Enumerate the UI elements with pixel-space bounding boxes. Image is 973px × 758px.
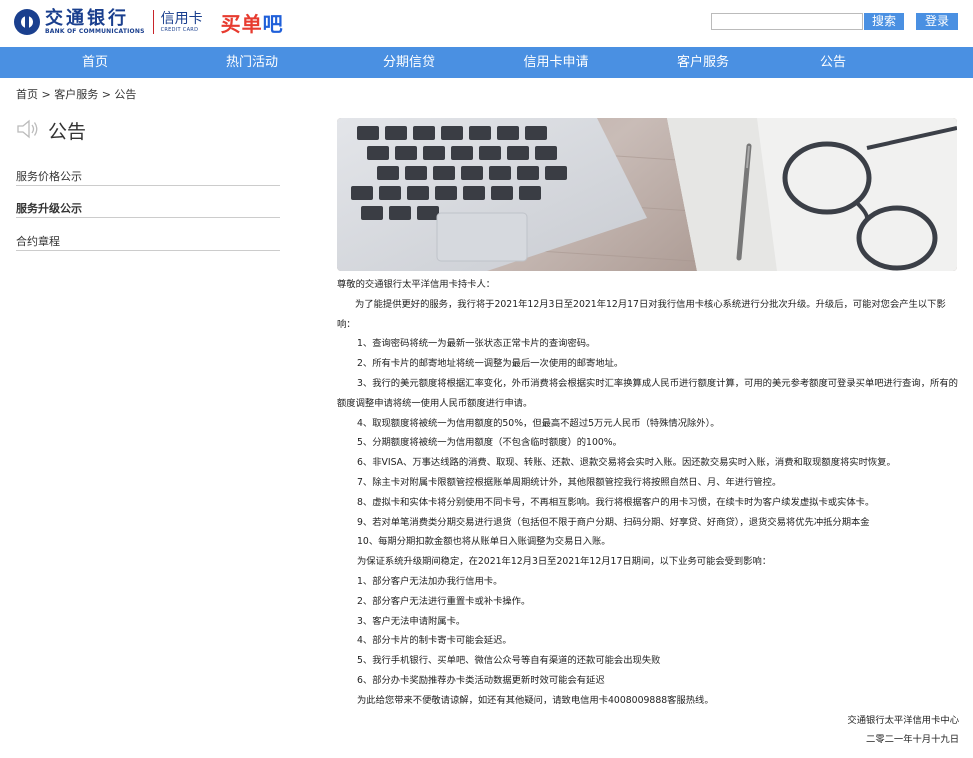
- login-button[interactable]: 登录: [916, 13, 958, 30]
- sidebar-item-service-upgrade[interactable]: 服务升级公示: [16, 200, 280, 218]
- nav-item-customer-service[interactable]: 客户服务: [608, 47, 798, 78]
- logo-cn-text: 交通银行: [45, 7, 129, 29]
- impact-item: 5、分期额度将被统一为信用额度（不包含临时额度）的100%。: [357, 437, 622, 449]
- impact-item: 1、查询密码将统一为最新一张状态正常卡片的查询密码。: [357, 338, 596, 350]
- affected-item: 6、部分办卡奖励推荐办卡类活动数据更新时效可能会有延迟: [357, 674, 605, 686]
- nav-item-home[interactable]: 首页: [0, 47, 190, 78]
- logo-en-text: BANK OF COMMUNICATIONS: [45, 27, 145, 35]
- search-input[interactable]: [711, 13, 863, 30]
- notice-greeting: 尊敬的交通银行太平洋信用卡持卡人：: [337, 279, 496, 290]
- impact-item: 8、虚拟卡和实体卡将分别使用不同卡号，不再相互影响。我行将根据客户的用卡习惯，在…: [357, 496, 875, 508]
- bank-logo[interactable]: 交通银行 BANK OF COMMUNICATIONS 信用卡 CREDIT C…: [14, 7, 284, 37]
- nav-item-installment[interactable]: 分期信贷: [314, 47, 504, 78]
- impact-item: 6、非VISA、万事达线路的消费、取现、转账、还款、退款交易将会实时入账。因还款…: [357, 457, 896, 469]
- logo-divider: [152, 10, 154, 34]
- period-intro: 为保证系统升级期间稳定，在2021年12月3日至2021年12月17日期间，以下…: [357, 556, 772, 568]
- maidanba-logo-mid: 单: [241, 11, 263, 36]
- nav-item-card-apply[interactable]: 信用卡申请: [504, 47, 608, 78]
- sidebar-item-contract[interactable]: 合约章程: [16, 233, 280, 251]
- maidanba-logo-suffix: 吧: [262, 11, 284, 36]
- impact-item: 3、我行的美元额度将根据汇率变化，外币消费将会根据实时汇率换算成人民币进行额度计…: [337, 377, 958, 409]
- banner-image: [337, 118, 957, 271]
- notice-signature: 交通银行太平洋信用卡中心: [847, 714, 959, 726]
- impact-item: 4、取现额度将被统一为信用额度的50%，但最高不超过5万元人民币（特殊情况除外）…: [357, 417, 720, 429]
- affected-item: 3、客户无法申请附属卡。: [357, 615, 466, 627]
- notice-date: 二零二一年十月十九日: [866, 734, 959, 746]
- bank-logo-icon: [14, 9, 40, 35]
- sidebar-title: 公告: [16, 117, 86, 144]
- notice-closing: 为此给您带来不便敬请谅解，如还有其他疑问，请致电信用卡4008009888客服热…: [357, 694, 714, 706]
- notice-intro: 为了能提供更好的服务，我行将于2021年12月3日至2021年12月17日对我行…: [337, 298, 946, 330]
- breadcrumb[interactable]: 首页 > 客户服务 > 公告: [16, 86, 136, 102]
- affected-item: 2、部分客户无法进行重置卡或补卡操作。: [357, 595, 531, 607]
- credit-card-label-en: CREDIT CARD: [160, 26, 199, 33]
- impact-item: 7、除主卡对附属卡限额管控根据账单周期统计外，其他限额管控我行将按照自然日、月、…: [357, 476, 782, 488]
- affected-item: 1、部分客户无法加办我行信用卡。: [357, 575, 503, 587]
- header: 交通银行 BANK OF COMMUNICATIONS 信用卡 CREDIT C…: [0, 0, 973, 47]
- main-nav: 首页 热门活动 分期信贷 信用卡申请 客户服务 公告: [0, 47, 973, 78]
- affected-item: 4、部分卡片的制卡寄卡可能会延迟。: [357, 635, 512, 647]
- search-button[interactable]: 搜索: [864, 13, 904, 30]
- notice-content: 尊敬的交通银行太平洋信用卡持卡人： 为了能提供更好的服务，我行将于2021年12…: [337, 275, 959, 750]
- maidanba-logo[interactable]: 买单吧: [221, 8, 284, 37]
- affected-item: 5、我行手机银行、买单吧、微信公众号等自有渠道的还款可能会出现失败: [357, 655, 661, 667]
- nav-item-announcement[interactable]: 公告: [798, 47, 868, 78]
- sidebar-title-text: 公告: [48, 121, 87, 143]
- speaker-icon: [16, 119, 40, 143]
- impact-item: 10、每期分期扣款金额也将从账单日入账调整为交易日入账。: [357, 536, 611, 548]
- sidebar-item-service-price[interactable]: 服务价格公示: [16, 168, 280, 186]
- impact-item: 9、若对单笔消费类分期交易进行退货（包括但不限于商户分期、扫码分期、好享贷、好商…: [357, 516, 870, 528]
- credit-card-label: 信用卡: [160, 10, 203, 27]
- impact-item: 2、所有卡片的邮寄地址将统一调整为最后一次使用的邮寄地址。: [357, 358, 624, 370]
- nav-item-hot-activities[interactable]: 热门活动: [190, 47, 314, 78]
